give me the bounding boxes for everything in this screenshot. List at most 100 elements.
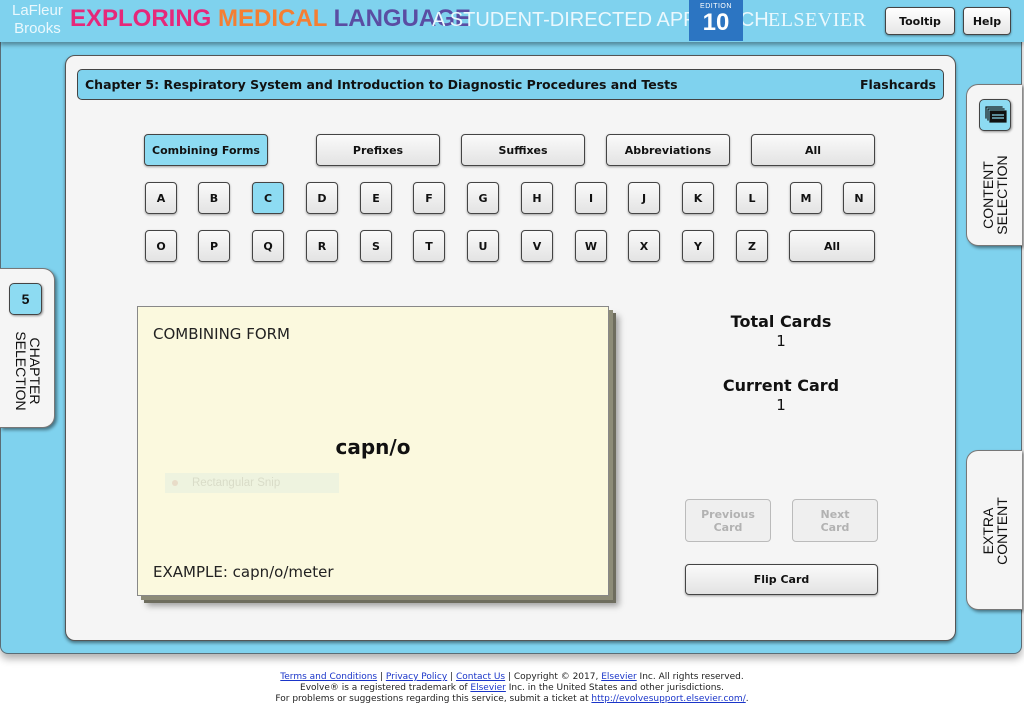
ghost-dot-icon (172, 480, 178, 486)
elsevier-link-2[interactable]: Elsevier (470, 683, 505, 693)
letter-v-button[interactable]: V (521, 230, 553, 262)
footer-separator: | (447, 672, 456, 682)
author-line-1: LaFleur (12, 2, 63, 19)
support-link[interactable]: http://evolvesupport.elsevier.com/ (591, 694, 745, 704)
flashcards-stack-icon (979, 99, 1011, 131)
total-cards-value: 1 (776, 332, 786, 350)
chapter-selection-line-1: CHAPTER (27, 337, 43, 405)
flashcard[interactable]: COMBINING FORM capn/o Rectangular Snip E… (137, 306, 609, 596)
card-type: COMBINING FORM (153, 325, 290, 343)
letter-k-button[interactable]: K (682, 182, 714, 214)
letter-n-button[interactable]: N (843, 182, 875, 214)
edition-number: 10 (702, 9, 730, 36)
extra-content-label: EXTRA CONTENT (980, 481, 1010, 581)
card-term: capn/o (335, 435, 411, 459)
book-title-logo: EXPLORING MEDICAL LANGUAGE (70, 5, 471, 33)
content-selection-line-1: CONTENT (980, 161, 996, 229)
letter-all-button[interactable]: All (789, 230, 875, 262)
copyright-text-end: Inc. All rights reserved. (636, 672, 744, 682)
letter-s-button[interactable]: S (360, 230, 392, 262)
letter-l-button[interactable]: L (736, 182, 768, 214)
content-selection-label: CONTENT SELECTION (980, 145, 1010, 245)
privacy-link[interactable]: Privacy Policy (386, 672, 447, 682)
letter-f-button[interactable]: F (413, 182, 445, 214)
extra-content-line-1: EXTRA (980, 507, 996, 555)
letter-h-button[interactable]: H (521, 182, 553, 214)
content-selection-line-2: SELECTION (994, 155, 1010, 235)
app-header: LaFleur Brooks EXPLORING MEDICAL LANGUAG… (0, 0, 1024, 42)
chapter-bar: Chapter 5: Respiratory System and Introd… (77, 69, 944, 100)
support-text: For problems or suggestions regarding th… (275, 694, 592, 704)
terms-link[interactable]: Terms and Conditions (280, 672, 377, 682)
current-card-label: Current Card (722, 376, 840, 395)
page-footer: Terms and Conditions | Privacy Policy | … (0, 672, 1024, 705)
edition-badge: EDITION 10 (689, 0, 743, 41)
previous-card-label-2: Card (713, 520, 743, 534)
content-selection-tab[interactable]: CONTENT SELECTION (966, 84, 1022, 246)
letter-q-button[interactable]: Q (252, 230, 284, 262)
tooltip-button[interactable]: Tooltip (885, 7, 955, 35)
category-suffixes-button[interactable]: Suffixes (461, 134, 585, 166)
letter-x-button[interactable]: X (628, 230, 660, 262)
support-text-end: . (745, 694, 749, 704)
next-card-button[interactable]: Next Card (792, 499, 878, 542)
category-combining-forms-button[interactable]: Combining Forms (144, 134, 268, 166)
total-cards-stat: Total Cards 1 (690, 312, 872, 350)
current-card-value: 1 (776, 396, 786, 414)
mode-label: Flashcards (860, 77, 936, 92)
author-name: LaFleur Brooks (12, 2, 63, 38)
next-card-label-1: Next (820, 507, 850, 521)
elsevier-link[interactable]: Elsevier (601, 672, 636, 682)
total-cards-label: Total Cards (730, 312, 832, 331)
extra-content-tab[interactable]: EXTRA CONTENT (966, 450, 1022, 610)
letter-c-button[interactable]: C (252, 182, 284, 214)
ghost-overlay-text: Rectangular Snip (192, 477, 281, 489)
chapter-selection-label: CHAPTER SELECTION (13, 321, 43, 421)
letter-w-button[interactable]: W (575, 230, 607, 262)
letter-r-button[interactable]: R (306, 230, 338, 262)
letter-d-button[interactable]: D (306, 182, 338, 214)
category-prefixes-button[interactable]: Prefixes (316, 134, 440, 166)
letter-m-button[interactable]: M (790, 182, 822, 214)
chapter-selection-line-2: SELECTION (13, 331, 29, 411)
author-line-2: Brooks (14, 20, 61, 37)
publisher-logo: ELSEVIER (768, 9, 867, 31)
footer-separator: | (377, 672, 386, 682)
title-exploring: EXPLORING (70, 5, 212, 32)
previous-card-label-1: Previous (701, 507, 755, 521)
footer-line-3: For problems or suggestions regarding th… (0, 694, 1024, 705)
card-example: EXAMPLE: capn/o/meter (153, 563, 334, 581)
chapter-number-badge[interactable]: 5 (9, 283, 42, 315)
letter-a-button[interactable]: A (145, 182, 177, 214)
letter-j-button[interactable]: J (628, 182, 660, 214)
letter-e-button[interactable]: E (360, 182, 392, 214)
chapter-title: Chapter 5: Respiratory System and Introd… (85, 77, 678, 92)
ghost-overlay: Rectangular Snip (165, 473, 339, 493)
copyright-text: | Copyright © 2017, (505, 672, 602, 682)
extra-content-line-2: CONTENT (994, 497, 1010, 565)
footer-line-2: Evolve® is a registered trademark of Els… (0, 683, 1024, 694)
help-button[interactable]: Help (963, 7, 1011, 35)
chapter-selection-tab[interactable]: 5 CHAPTER SELECTION (0, 268, 55, 428)
trademark-text-end: Inc. in the United States and other juri… (505, 683, 724, 693)
letter-u-button[interactable]: U (467, 230, 499, 262)
contact-link[interactable]: Contact Us (456, 672, 505, 682)
footer-line-1: Terms and Conditions | Privacy Policy | … (0, 672, 1024, 683)
title-medical: MEDICAL (218, 5, 327, 32)
letter-z-button[interactable]: Z (736, 230, 768, 262)
letter-b-button[interactable]: B (198, 182, 230, 214)
previous-card-button[interactable]: Previous Card (685, 499, 771, 542)
letter-i-button[interactable]: I (575, 182, 607, 214)
letter-p-button[interactable]: P (198, 230, 230, 262)
current-card-stat: Current Card 1 (690, 376, 872, 414)
letter-y-button[interactable]: Y (682, 230, 714, 262)
letter-g-button[interactable]: G (467, 182, 499, 214)
next-card-label-2: Card (820, 520, 850, 534)
category-abbreviations-button[interactable]: Abbreviations (606, 134, 730, 166)
letter-t-button[interactable]: T (413, 230, 445, 262)
category-all-button[interactable]: All (751, 134, 875, 166)
trademark-text: Evolve® is a registered trademark of (300, 683, 471, 693)
flip-card-button[interactable]: Flip Card (685, 564, 878, 595)
letter-o-button[interactable]: O (145, 230, 177, 262)
flashcard-stack: COMBINING FORM capn/o Rectangular Snip E… (137, 306, 610, 598)
